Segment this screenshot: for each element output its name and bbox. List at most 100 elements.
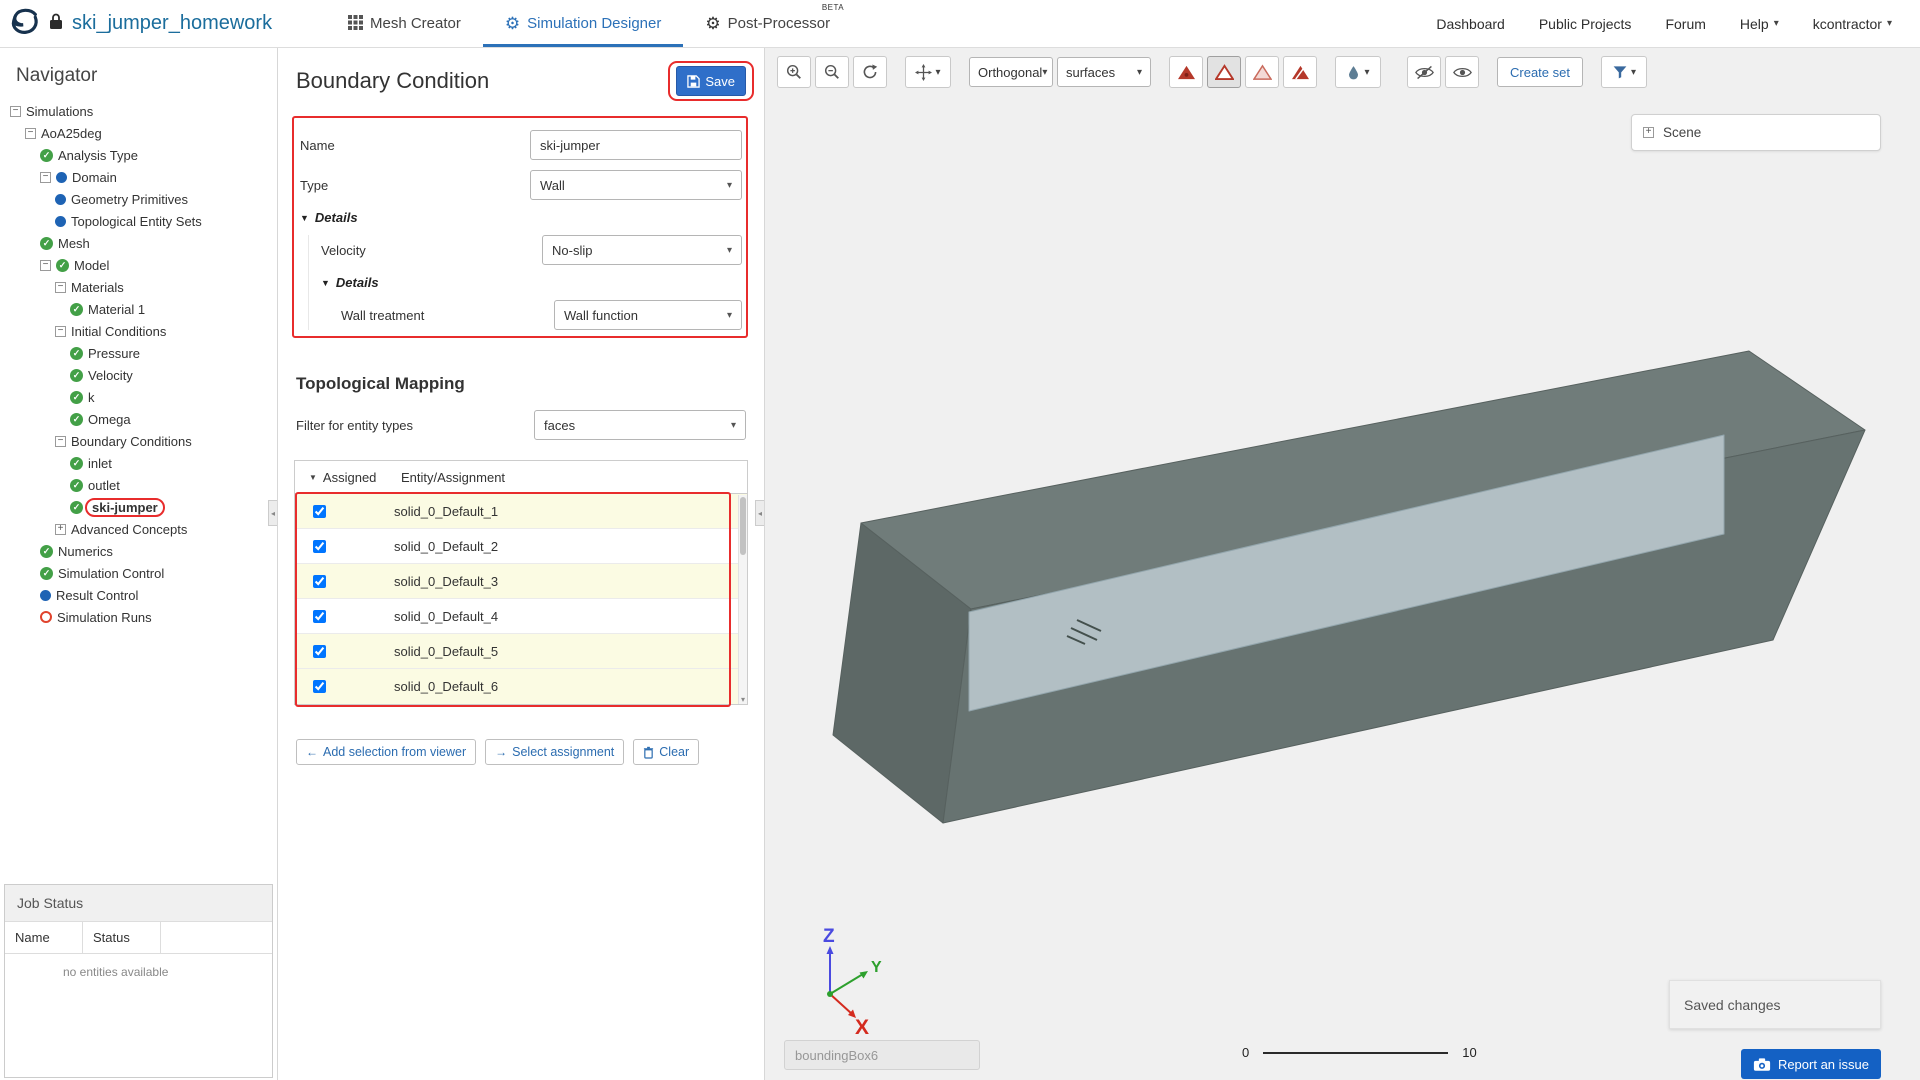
status-pending-icon (40, 611, 52, 623)
tree-item-k[interactable]: ✓k (0, 386, 277, 408)
details2-section-toggle[interactable]: ▼ Details (321, 275, 742, 290)
status-complete-icon: ✓ (40, 545, 53, 558)
report-issue-button[interactable]: Report an issue (1741, 1049, 1881, 1079)
tree-item-aoa25deg[interactable]: −AoA25deg (0, 122, 277, 144)
table-row[interactable]: solid_0_Default_1 (295, 494, 747, 529)
row-checkbox[interactable] (313, 680, 326, 693)
row-checkbox[interactable] (313, 540, 326, 553)
nav-dashboard[interactable]: Dashboard (1436, 16, 1505, 32)
tree-item-model[interactable]: −✓Model (0, 254, 277, 276)
expand-icon[interactable]: + (1643, 127, 1654, 138)
collapse-node-icon[interactable]: − (55, 436, 66, 447)
scene-tree-panel[interactable]: + Scene (1631, 114, 1881, 151)
scrollbar-thumb[interactable] (740, 497, 746, 555)
tree-item-materials[interactable]: −Materials (0, 276, 277, 298)
panel-collapse-handle[interactable]: ◂ (755, 500, 764, 526)
row-checkbox[interactable] (313, 505, 326, 518)
collapse-left-icon: ◂ (271, 509, 275, 518)
add-selection-from-viewer-button[interactable]: ← Add selection from viewer (296, 739, 476, 765)
viewer-3d[interactable]: ▾ Orthogonal ▾ surfaces ▾ (765, 48, 1920, 1080)
column-filter-icon[interactable]: ▼ (309, 473, 317, 482)
tree-item-outlet[interactable]: ✓outlet (0, 474, 277, 496)
job-status-header-row: Name Status (5, 922, 272, 954)
clear-button[interactable]: Clear (633, 739, 699, 765)
tree-item-simulation-runs[interactable]: Simulation Runs (0, 606, 277, 628)
tree-item-pressure[interactable]: ✓Pressure (0, 342, 277, 364)
table-row[interactable]: solid_0_Default_4 (295, 599, 747, 634)
create-set-button[interactable]: Create set (1497, 57, 1583, 87)
scroll-down-icon[interactable]: ▾ (739, 695, 747, 704)
nav-forum[interactable]: Forum (1665, 16, 1705, 32)
reset-view-button[interactable] (853, 56, 887, 88)
tree-item-simulation-control[interactable]: ✓Simulation Control (0, 562, 277, 584)
row-checkbox[interactable] (313, 575, 326, 588)
table-row[interactable]: solid_0_Default_5 (295, 634, 747, 669)
table-row[interactable]: solid_0_Default_2 (295, 529, 747, 564)
user-menu[interactable]: kcontractor ▾ (1813, 16, 1892, 32)
view-filter-dropdown[interactable]: ▾ (1601, 56, 1647, 88)
tree-item-omega[interactable]: ✓Omega (0, 408, 277, 430)
collapse-node-icon[interactable]: − (25, 128, 36, 139)
expand-node-icon[interactable]: + (55, 524, 66, 535)
collapse-node-icon[interactable]: − (40, 172, 51, 183)
select-assignment-button[interactable]: → Select assignment (485, 739, 624, 765)
tree-item-initial-conditions[interactable]: −Initial Conditions (0, 320, 277, 342)
hide-selection-button[interactable] (1407, 56, 1441, 88)
projection-select[interactable]: Orthogonal ▾ (969, 57, 1053, 87)
tree-item-numerics[interactable]: ✓Numerics (0, 540, 277, 562)
table-scrollbar[interactable]: ▾ (738, 495, 747, 704)
select-vertices-button[interactable] (1283, 56, 1317, 88)
type-select[interactable]: Wall ▾ (530, 170, 742, 200)
save-button[interactable]: Save (676, 66, 746, 96)
render-mode-dropdown[interactable]: ▾ (1335, 56, 1381, 88)
collapse-node-icon[interactable]: − (40, 260, 51, 271)
simscale-logo[interactable] (10, 6, 40, 41)
velocity-select[interactable]: No-slip ▾ (542, 235, 742, 265)
tree-item-mesh[interactable]: ✓Mesh (0, 232, 277, 254)
bounding-box-field[interactable]: boundingBox6 (784, 1040, 980, 1070)
tree-item-advanced-concepts[interactable]: +Advanced Concepts (0, 518, 277, 540)
select-volumes-button[interactable] (1169, 56, 1203, 88)
collapse-node-icon[interactable]: − (55, 282, 66, 293)
pan-mode-dropdown[interactable]: ▾ (905, 56, 951, 88)
tab-simulation-designer[interactable]: ⚙ Simulation Designer (483, 0, 683, 47)
scene-label: Scene (1663, 125, 1701, 140)
row-checkbox[interactable] (313, 645, 326, 658)
project-title: ski_jumper_homework (72, 12, 272, 35)
table-row[interactable]: solid_0_Default_3 (295, 564, 747, 599)
row-checkbox[interactable] (313, 610, 326, 623)
tab-mesh-creator[interactable]: Mesh Creator (326, 0, 483, 47)
tree-item-ski-jumper[interactable]: ✓ski-jumper (0, 496, 277, 518)
name-input[interactable] (530, 130, 742, 160)
tab-post-processor[interactable]: BETA ⚙ Post-Processor (683, 0, 852, 47)
table-row[interactable]: solid_0_Default_6 (295, 669, 747, 704)
selection-filter-select[interactable]: surfaces ▾ (1057, 57, 1151, 87)
geometry-viewport[interactable] (765, 48, 1920, 1080)
orientation-axes[interactable]: Z Y X (795, 922, 925, 1052)
entity-name: solid_0_Default_4 (394, 609, 498, 624)
help-menu[interactable]: Help ▾ (1740, 16, 1779, 32)
show-all-button[interactable] (1445, 56, 1479, 88)
navigator-collapse-handle[interactable]: ◂ (268, 500, 277, 526)
tree-item-boundary-conditions[interactable]: −Boundary Conditions (0, 430, 277, 452)
zoom-in-button[interactable] (777, 56, 811, 88)
zoom-out-button[interactable] (815, 56, 849, 88)
tree-item-material-1[interactable]: ✓Material 1 (0, 298, 277, 320)
tree-item-velocity[interactable]: ✓Velocity (0, 364, 277, 386)
tree-item-simulations[interactable]: −Simulations (0, 100, 277, 122)
wall-treatment-select[interactable]: Wall function ▾ (554, 300, 742, 330)
select-faces-button[interactable] (1207, 56, 1241, 88)
tree-item-topological-entity-sets[interactable]: Topological Entity Sets (0, 210, 277, 232)
tree-item-label: Analysis Type (58, 148, 138, 163)
tree-item-result-control[interactable]: Result Control (0, 584, 277, 606)
collapse-node-icon[interactable]: − (55, 326, 66, 337)
collapse-node-icon[interactable]: − (10, 106, 21, 117)
tree-item-analysis-type[interactable]: ✓Analysis Type (0, 144, 277, 166)
details-section-toggle[interactable]: ▼ Details (300, 210, 742, 225)
tree-item-inlet[interactable]: ✓inlet (0, 452, 277, 474)
entity-type-filter-select[interactable]: faces ▾ (534, 410, 746, 440)
tree-item-domain[interactable]: −Domain (0, 166, 277, 188)
nav-public-projects[interactable]: Public Projects (1539, 16, 1632, 32)
select-edges-button[interactable] (1245, 56, 1279, 88)
tree-item-geometry-primitives[interactable]: Geometry Primitives (0, 188, 277, 210)
